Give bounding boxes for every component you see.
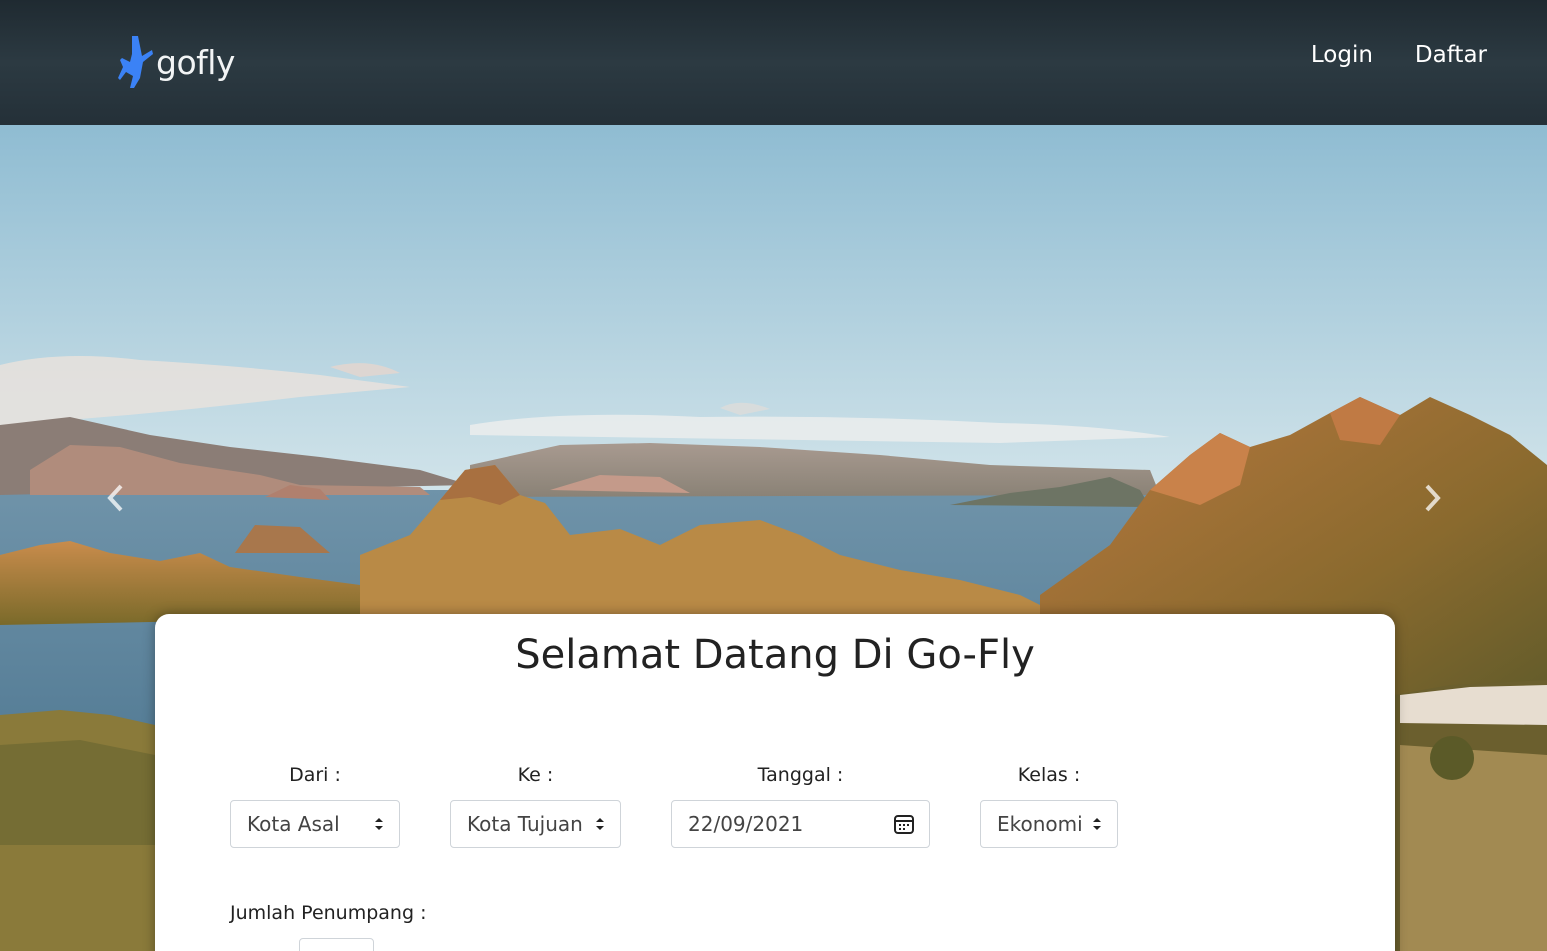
date-label: Tanggal : (757, 764, 844, 786)
destination-field: Ke : Kota Tujuan (450, 764, 621, 848)
class-value: Ekonomi (997, 812, 1083, 836)
class-label: Kelas : (1017, 764, 1081, 786)
passenger-count-label: Jumlah Penumpang : (230, 902, 427, 924)
origin-select[interactable]: Kota Asal (230, 800, 400, 848)
destination-value: Kota Tujuan (467, 812, 583, 836)
origin-label: Dari : (289, 764, 341, 786)
brand-logo[interactable]: gofly (118, 34, 235, 90)
select-arrows-icon (375, 818, 383, 830)
class-field: Kelas : Ekonomi (980, 764, 1118, 848)
welcome-title: Selamat Datang Di Go-Fly (515, 632, 1035, 678)
date-field: Tanggal : 22/09/2021 (671, 764, 930, 848)
select-arrows-icon (1093, 818, 1101, 830)
passenger-count-input[interactable] (299, 938, 374, 951)
date-input[interactable]: 22/09/2021 (671, 800, 930, 848)
chevron-left-icon (107, 484, 123, 512)
airplane-icon (118, 36, 153, 88)
carousel-next-button[interactable] (1414, 480, 1450, 516)
flight-search-card: Selamat Datang Di Go-Fly Dari : Kota Asa… (155, 614, 1395, 951)
nav-links: Login Daftar (1311, 42, 1487, 68)
destination-select[interactable]: Kota Tujuan (450, 800, 621, 848)
carousel-prev-button[interactable] (98, 480, 134, 516)
login-link[interactable]: Login (1311, 42, 1373, 68)
brand-name: gofly (156, 43, 235, 82)
calendar-icon[interactable] (893, 813, 915, 835)
class-select[interactable]: Ekonomi (980, 800, 1118, 848)
navbar: gofly Login Daftar (0, 0, 1547, 125)
origin-field: Dari : Kota Asal (230, 764, 400, 848)
register-link[interactable]: Daftar (1415, 42, 1487, 68)
origin-value: Kota Asal (247, 812, 340, 836)
destination-label: Ke : (517, 764, 554, 786)
select-arrows-icon (596, 818, 604, 830)
date-value: 22/09/2021 (688, 812, 804, 836)
chevron-right-icon (1425, 484, 1441, 512)
